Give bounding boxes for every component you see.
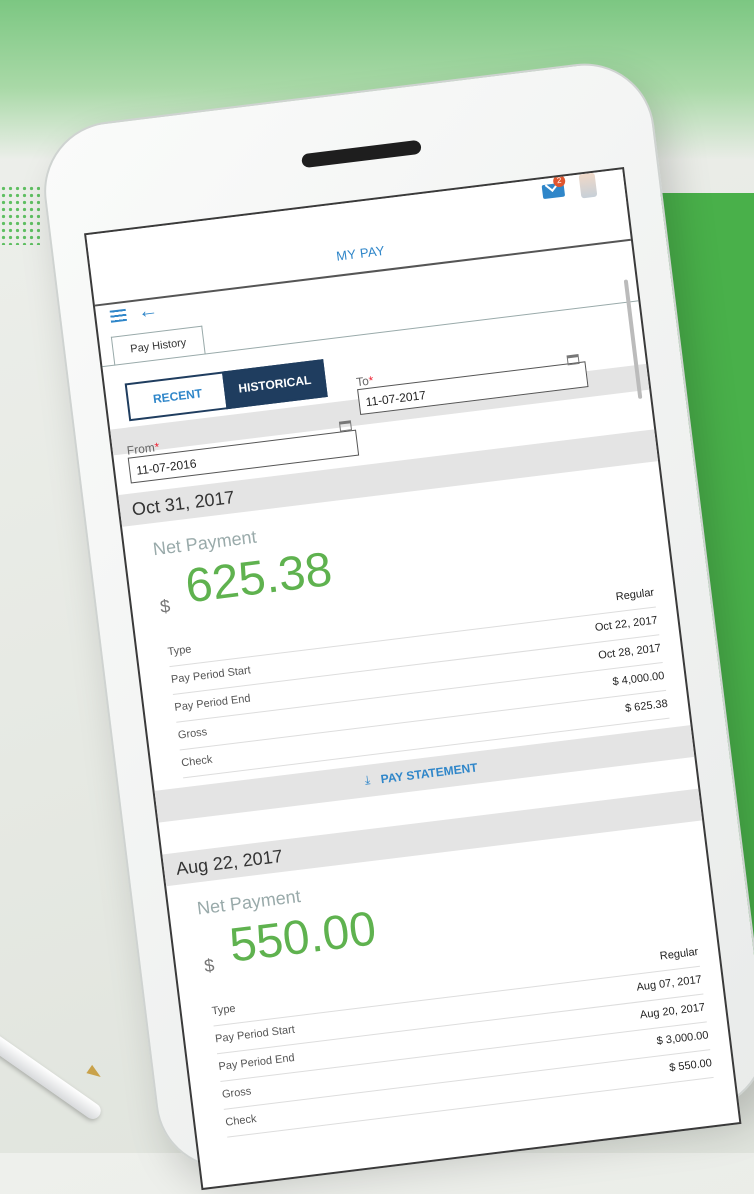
phone-screen: 2 MY PAY ← Pay History RECENT HISTORICAL… bbox=[84, 167, 742, 1191]
historical-toggle-button[interactable]: HISTORICAL bbox=[221, 359, 328, 410]
detail-label: Type bbox=[166, 643, 193, 659]
payment-date: Aug 22, 2017 bbox=[174, 845, 284, 879]
detail-value: $ 550.00 bbox=[668, 1057, 713, 1075]
detail-value: Aug 20, 2017 bbox=[639, 1001, 706, 1022]
recent-toggle-button[interactable]: RECENT bbox=[124, 371, 231, 422]
detail-label: Gross bbox=[221, 1085, 252, 1101]
detail-label: Gross bbox=[177, 726, 208, 742]
avatar[interactable] bbox=[578, 172, 598, 199]
detail-label: Pay Period Start bbox=[214, 1023, 296, 1046]
calendar-icon[interactable] bbox=[338, 420, 353, 432]
detail-label: Pay Period Start bbox=[170, 664, 252, 687]
back-arrow-icon[interactable]: ← bbox=[137, 299, 160, 323]
pay-statement-label: PAY STATEMENT bbox=[379, 760, 479, 787]
detail-label: Check bbox=[180, 753, 214, 770]
decorative-dots bbox=[0, 185, 40, 245]
menu-icon[interactable] bbox=[109, 308, 128, 323]
detail-value: $ 4,000.00 bbox=[611, 669, 666, 689]
payment-date: Oct 31, 2017 bbox=[130, 487, 236, 520]
detail-value: Aug 07, 2017 bbox=[635, 973, 703, 994]
pen-tip-image bbox=[86, 1064, 104, 1082]
download-icon: ⤓ bbox=[363, 772, 371, 788]
currency-symbol: $ bbox=[203, 955, 216, 977]
detail-value: Regular bbox=[659, 945, 699, 963]
detail-label: Type bbox=[211, 1002, 237, 1018]
detail-label: Pay Period End bbox=[173, 692, 252, 714]
detail-value: $ 625.38 bbox=[624, 697, 669, 715]
detail-label: Pay Period End bbox=[217, 1051, 296, 1074]
detail-value: Oct 22, 2017 bbox=[594, 614, 659, 634]
detail-value: Regular bbox=[615, 586, 655, 604]
currency-symbol: $ bbox=[158, 595, 172, 617]
detail-label: Check bbox=[224, 1112, 258, 1129]
calendar-icon[interactable] bbox=[566, 353, 580, 366]
pen-image bbox=[0, 1011, 104, 1123]
detail-value: Oct 28, 2017 bbox=[597, 642, 662, 662]
phone-mockup: 2 MY PAY ← Pay History RECENT HISTORICAL… bbox=[36, 13, 754, 1191]
detail-value: $ 3,000.00 bbox=[656, 1029, 710, 1048]
